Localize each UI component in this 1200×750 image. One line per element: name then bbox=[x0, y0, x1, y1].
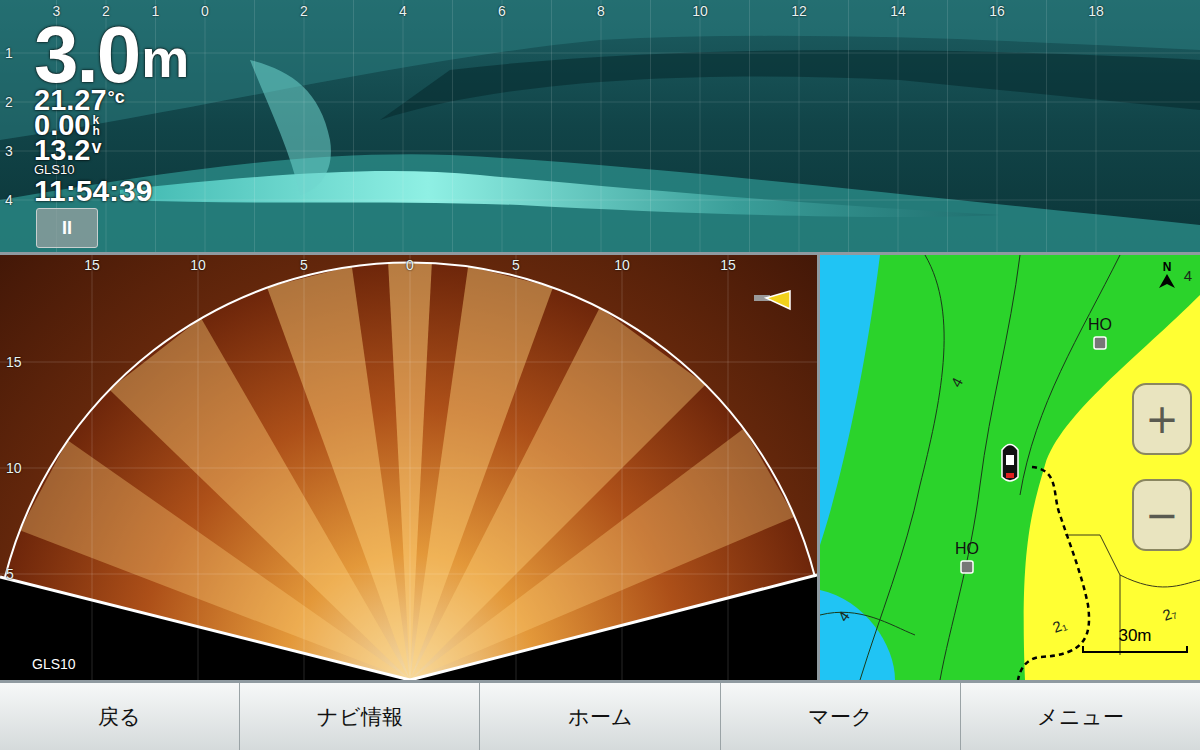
scale-label: 30m bbox=[1118, 626, 1151, 646]
marker-icon[interactable] bbox=[1094, 337, 1106, 349]
soft-key-button[interactable]: ナビ情報 bbox=[240, 683, 480, 750]
temperature-reading: 21.27°c bbox=[34, 88, 189, 113]
soft-key-button[interactable]: 戻る bbox=[0, 683, 240, 750]
pause-button[interactable]: II bbox=[36, 208, 98, 248]
depth-tick: 5 bbox=[6, 566, 14, 582]
nautical-chart[interactable]: HO HO 4 4 2₁ 2₇ 4 bbox=[820, 255, 1200, 680]
voltage-value: 13.2 bbox=[34, 138, 90, 163]
map-marker[interactable]: HO bbox=[1088, 316, 1112, 349]
soft-key-button[interactable]: マーク bbox=[721, 683, 961, 750]
depth-tick: 4 bbox=[5, 192, 13, 208]
speed-unit-bottom: h bbox=[92, 126, 99, 137]
depth-tick: 15 bbox=[6, 354, 22, 370]
range-tick: 8 bbox=[597, 3, 605, 19]
speed-unit: kh bbox=[92, 115, 99, 137]
zoom-out-button[interactable]: − bbox=[1132, 479, 1192, 551]
range-tick: 14 bbox=[890, 3, 906, 19]
range-tick: 18 bbox=[1088, 3, 1104, 19]
marker-label: HO bbox=[955, 540, 979, 557]
range-tick: 5 bbox=[512, 257, 520, 273]
zoom-in-button[interactable]: + bbox=[1132, 383, 1192, 455]
map-marker[interactable]: HO bbox=[955, 540, 979, 573]
transducer-source: GLS10 bbox=[34, 163, 189, 177]
livescope-panel: 15 10 5 0 5 10 15 15 10 5 GLS10 bbox=[0, 255, 817, 680]
map-scale: 30m bbox=[1080, 626, 1190, 653]
shallow-area bbox=[820, 255, 1200, 680]
range-tick: 0 bbox=[406, 257, 414, 273]
depth-value: 3.0 bbox=[34, 22, 139, 88]
transducer-icon bbox=[752, 289, 792, 311]
range-tick: 3 bbox=[53, 3, 61, 19]
speed-reading: 0.00kh bbox=[34, 113, 189, 138]
range-tick: 2 bbox=[102, 3, 110, 19]
marker-label: HO bbox=[1088, 316, 1112, 333]
track-line bbox=[1018, 467, 1089, 680]
range-tick: 4 bbox=[399, 3, 407, 19]
range-tick: 10 bbox=[190, 257, 206, 273]
fishfinder-screen: 32102468101214161812343.0m21.27°c0.00kh1… bbox=[0, 0, 1200, 750]
scale-bar bbox=[1082, 646, 1188, 653]
sonar-beam bbox=[267, 266, 410, 680]
north-arrow-icon bbox=[1159, 274, 1175, 288]
voltage-reading: 13.2v bbox=[34, 138, 189, 163]
depth-reading: 3.0m bbox=[34, 20, 189, 88]
range-tick: 1 bbox=[152, 3, 160, 19]
range-tick: 2 bbox=[300, 3, 308, 19]
range-arc bbox=[5, 262, 815, 577]
depth-tick: 1 bbox=[5, 45, 13, 61]
range-tick: 10 bbox=[614, 257, 630, 273]
depth-contour-label: 2₁ bbox=[1050, 615, 1068, 636]
soft-key-button[interactable]: メニュー bbox=[961, 683, 1200, 750]
land-area bbox=[1024, 295, 1200, 680]
depth-unit: m bbox=[141, 30, 189, 88]
soft-key-button[interactable]: ホーム bbox=[480, 683, 720, 750]
range-tick: 10 bbox=[692, 3, 708, 19]
depth-contour-label: 4 bbox=[1184, 267, 1192, 284]
range-tick: 12 bbox=[791, 3, 807, 19]
range-tick: 6 bbox=[498, 3, 506, 19]
livescope-echo-image bbox=[0, 255, 817, 680]
water-area bbox=[820, 255, 1200, 680]
depth-contour-label: 4 bbox=[947, 375, 966, 390]
chart-panel[interactable]: HOHO442₁2₇4N+−30m bbox=[820, 255, 1200, 680]
depth-tick: 10 bbox=[6, 460, 22, 476]
temperature-unit: °c bbox=[108, 88, 125, 106]
transducer-source: GLS10 bbox=[32, 656, 76, 672]
north-label: N bbox=[1163, 261, 1172, 274]
marker-icon[interactable] bbox=[961, 561, 973, 573]
range-tick: 0 bbox=[201, 3, 209, 19]
range-tick: 5 bbox=[300, 257, 308, 273]
speed-value: 0.00 bbox=[34, 113, 90, 138]
range-tick: 15 bbox=[84, 257, 100, 273]
depth-contour-label: 4 bbox=[834, 608, 853, 625]
range-tick: 16 bbox=[989, 3, 1005, 19]
range-tick: 15 bbox=[720, 257, 736, 273]
sonar-history-panel: 32102468101214161812343.0m21.27°c0.00kh1… bbox=[0, 0, 1200, 252]
depth-tick: 2 bbox=[5, 94, 13, 110]
speed-unit-top: k bbox=[92, 115, 99, 126]
temperature-value: 21.27 bbox=[34, 88, 107, 113]
soft-key-bar: 戻るナビ情報ホームマークメニュー bbox=[0, 683, 1200, 750]
depth-contour-label: 2₇ bbox=[1160, 603, 1179, 624]
voltage-unit: v bbox=[91, 138, 101, 156]
lower-panels: 1510505101515105GLS10HOHO442₁2₇4N+−30m bbox=[0, 255, 1200, 680]
depth-tick: 3 bbox=[5, 143, 13, 159]
clock-time: 11:54:39 bbox=[34, 177, 189, 205]
data-readout: 3.0m21.27°c0.00kh13.2vGLS1011:54:39 bbox=[34, 20, 189, 205]
north-indicator: N bbox=[1156, 261, 1178, 288]
boat-icon bbox=[1002, 445, 1018, 482]
